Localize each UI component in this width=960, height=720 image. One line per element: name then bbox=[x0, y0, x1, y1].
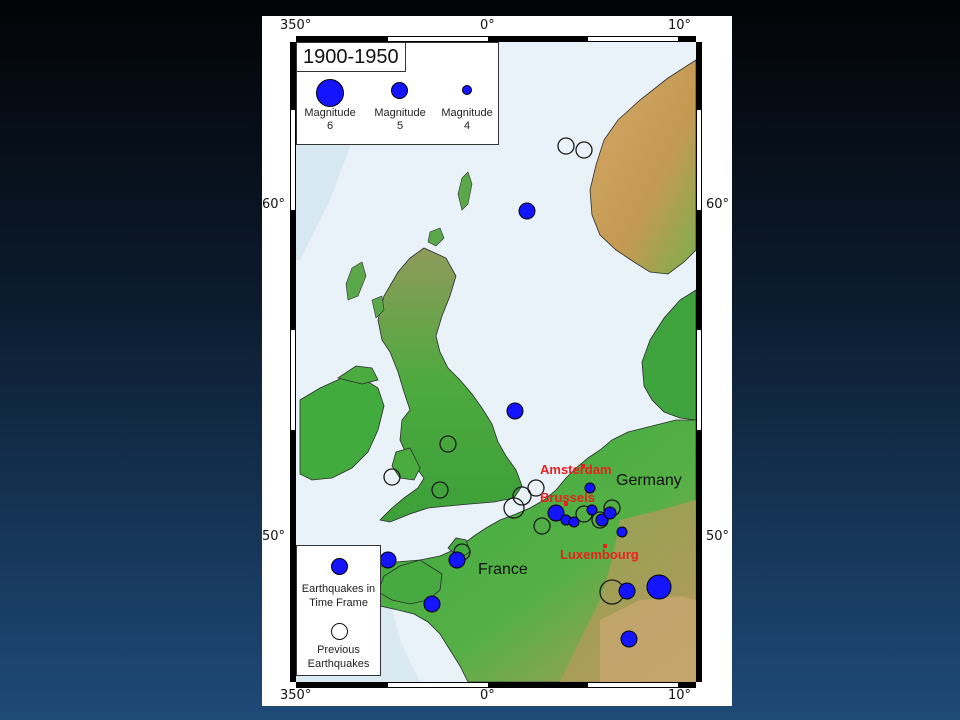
earthquake bbox=[379, 551, 397, 569]
previous-earthquakes-label-line1: Previous bbox=[317, 644, 360, 656]
magnitude-6-label: Magnitude 6 bbox=[297, 107, 363, 133]
previous-earthquakes-label: Previous Earthquakes bbox=[297, 643, 380, 671]
luxembourg-label: Luxembourg bbox=[560, 547, 639, 562]
legend-period-title: 1900-1950 bbox=[297, 43, 406, 72]
earthquake bbox=[586, 504, 598, 516]
germany-label: Germany bbox=[616, 472, 682, 489]
earthquake bbox=[616, 526, 628, 538]
earthquake bbox=[448, 551, 466, 569]
latitude-label-50-left: 50° bbox=[262, 529, 286, 544]
previous-earthquakes-label-line2: Earthquakes bbox=[307, 658, 370, 670]
earthquake bbox=[423, 595, 441, 613]
magnitude-4-symbol bbox=[462, 85, 472, 95]
earthquake bbox=[620, 630, 638, 648]
longitude-label-10-bottom: 10° bbox=[668, 688, 692, 703]
earthquake bbox=[518, 202, 536, 220]
longitude-label-350-top: 350° bbox=[280, 18, 312, 33]
previous-earthquakes-symbol bbox=[331, 623, 348, 640]
earthquake bbox=[603, 506, 617, 520]
brussels-label: Brussels bbox=[540, 490, 595, 505]
magnitude-4-label-line1: Magnitude bbox=[441, 107, 493, 119]
magnitude-6-symbol bbox=[316, 79, 344, 107]
in-time-frame-label: Earthquakes in Time Frame bbox=[297, 582, 380, 610]
magnitude-6-label-line1: Magnitude bbox=[304, 107, 356, 119]
magnitude-6-label-line2: 6 bbox=[326, 120, 334, 132]
latitude-label-60-left: 60° bbox=[262, 197, 286, 212]
earthquake bbox=[568, 516, 580, 528]
slide-background: 350° 0° 10° 350° 0° 10° 60° 50° 60° 50° … bbox=[0, 0, 960, 720]
in-time-frame-label-line1: Earthquakes in bbox=[301, 583, 376, 595]
latitude-label-50-right: 50° bbox=[706, 529, 730, 544]
earthquake bbox=[646, 574, 672, 600]
magnitude-4-label: Magnitude 4 bbox=[434, 107, 500, 133]
longitude-label-0-top: 0° bbox=[480, 18, 495, 33]
earthquake bbox=[506, 402, 524, 420]
france-label: France bbox=[478, 561, 528, 578]
magnitude-4-label-line2: 4 bbox=[463, 120, 471, 132]
in-time-frame-symbol bbox=[331, 558, 348, 575]
magnitude-legend: 1900-1950 Magnitude 6 Magnitude 5 Magnit… bbox=[296, 42, 499, 145]
magnitude-5-symbol bbox=[391, 82, 408, 99]
magnitude-5-label-line1: Magnitude bbox=[374, 107, 426, 119]
earthquake-type-legend: Earthquakes in Time Frame Previous Earth… bbox=[296, 545, 381, 676]
earthquake bbox=[618, 582, 636, 600]
longitude-label-0-bottom: 0° bbox=[480, 688, 495, 703]
amsterdam-label: Amsterdam bbox=[540, 462, 612, 477]
in-time-frame-label-line2: Time Frame bbox=[309, 597, 368, 609]
latitude-label-60-right: 60° bbox=[706, 197, 730, 212]
magnitude-5-label-line2: 5 bbox=[396, 120, 404, 132]
longitude-label-10-top: 10° bbox=[668, 18, 692, 33]
longitude-label-350-bottom: 350° bbox=[280, 688, 312, 703]
magnitude-5-label: Magnitude 5 bbox=[367, 107, 433, 133]
